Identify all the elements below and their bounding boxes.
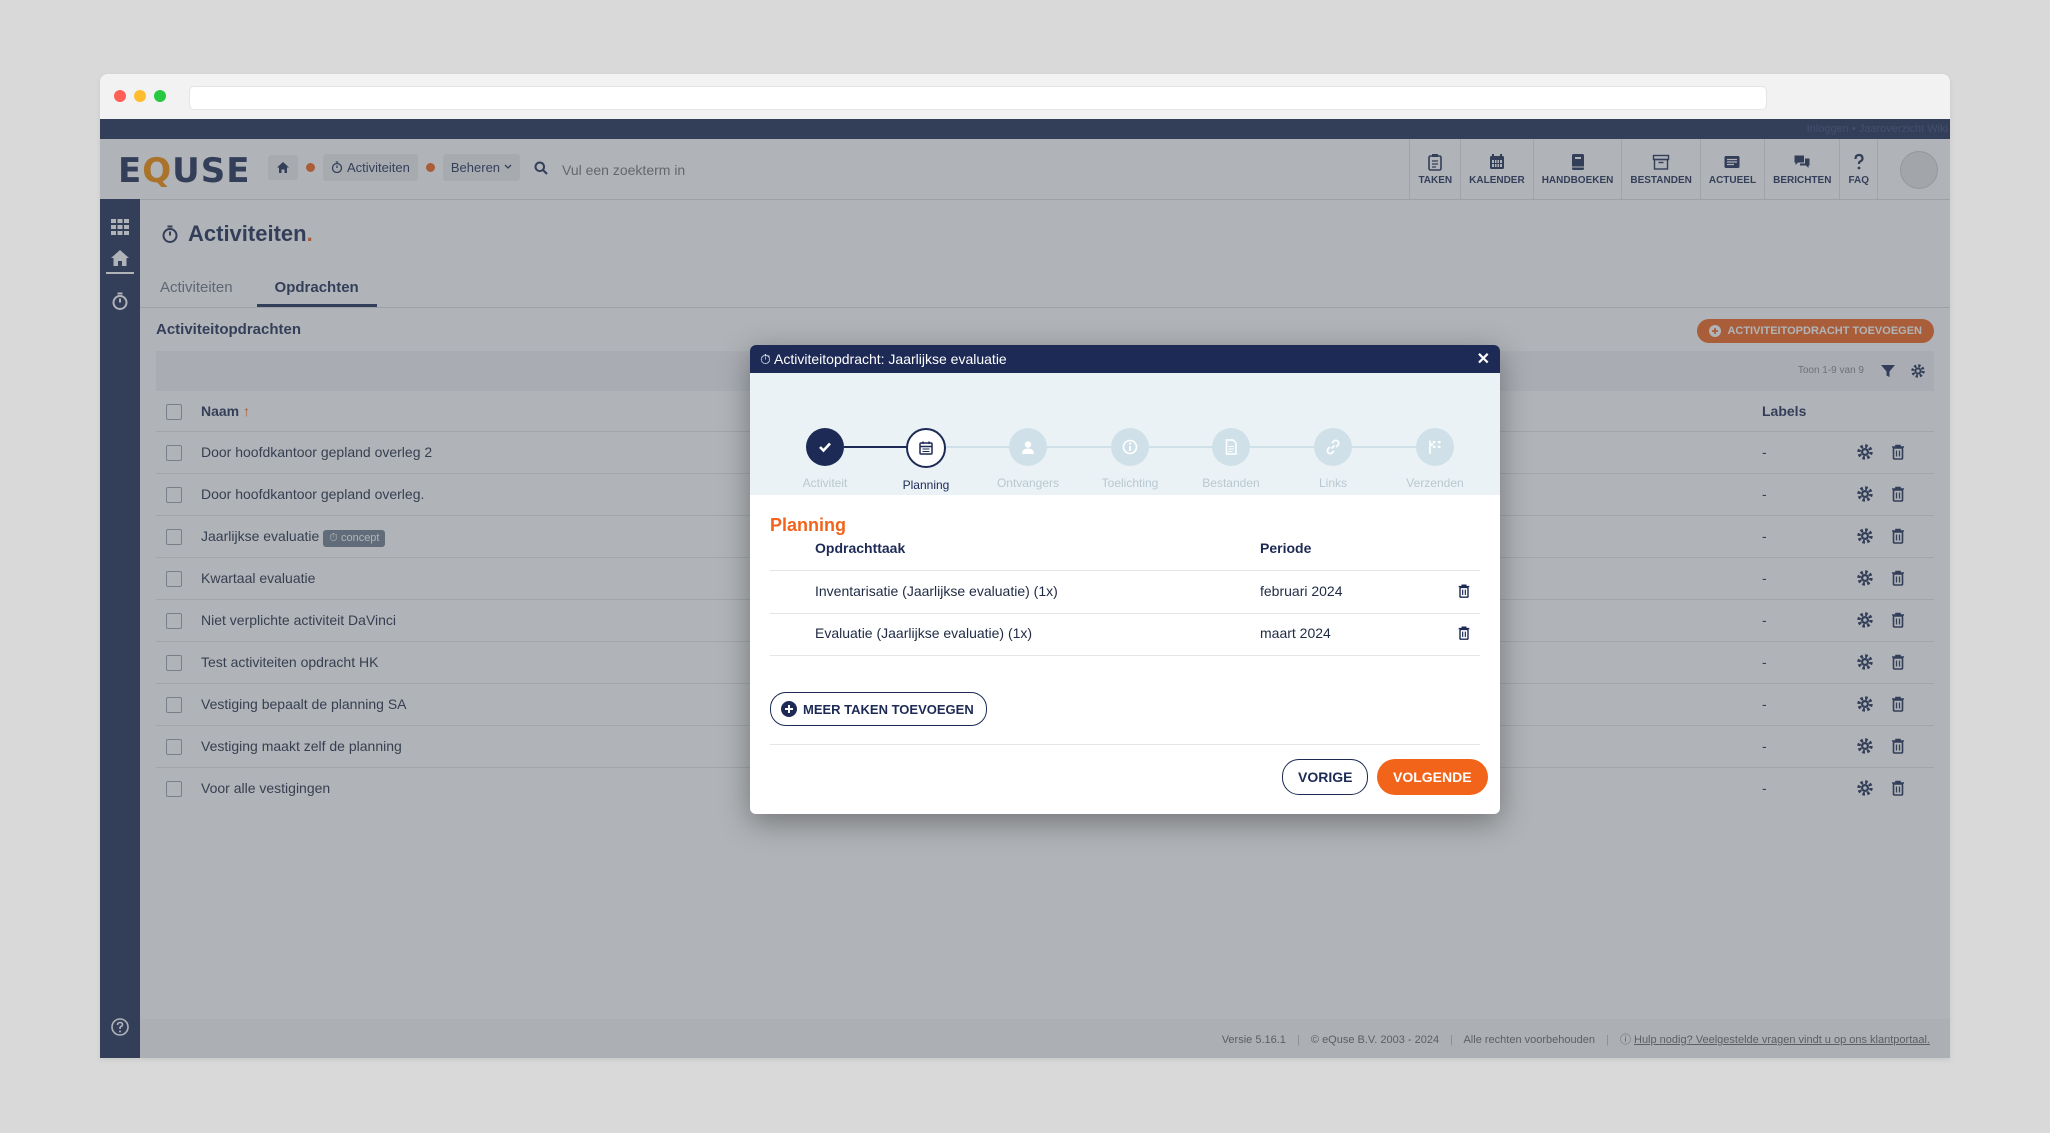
- close-icon[interactable]: ✕: [1477, 349, 1490, 369]
- wizard-stepper: Activiteit Planning Ontvangers Toelichting B…: [750, 373, 1500, 495]
- address-bar[interactable]: [189, 86, 1767, 110]
- task-period: februari 2024: [1260, 583, 1343, 599]
- task-name: Evaluatie (Jaarlijkse evaluatie) (1x): [815, 625, 1033, 641]
- task-name: Inventarisatie (Jaarlijkse evaluatie) (1…: [815, 583, 1058, 599]
- calendar-icon: [919, 441, 933, 455]
- wizard-step-ontvangers[interactable]: Ontvangers: [978, 428, 1078, 490]
- browser-window: Inloggen • Jaaroverzicht Wiki EQUSE Acti…: [100, 74, 1950, 1058]
- step-circle: [806, 428, 844, 466]
- wizard-step-toelichting[interactable]: Toelichting: [1080, 428, 1180, 490]
- step-circle: [1212, 428, 1250, 466]
- dialog-title: ⏱ Activiteitopdracht: Jaarlijkse evaluat…: [760, 351, 1007, 368]
- task-period: maart 2024: [1260, 625, 1331, 641]
- add-more-tasks-button[interactable]: MEER TAKEN TOEVOEGEN: [770, 692, 987, 726]
- stopwatch-icon: ⏱: [760, 351, 771, 367]
- check-icon: [819, 442, 831, 453]
- wizard-step-links[interactable]: Links: [1283, 428, 1383, 490]
- add-more-tasks-label: MEER TAKEN TOEVOEGEN: [803, 701, 974, 717]
- info-icon: [1122, 439, 1138, 455]
- step-label: Links: [1318, 476, 1347, 490]
- step-label: Verzenden: [1406, 476, 1464, 490]
- step-label: Planning: [902, 478, 950, 492]
- step-circle: [1111, 428, 1149, 466]
- step-circle: [1416, 428, 1454, 466]
- user-icon: [1022, 441, 1034, 454]
- wizard-step-planning[interactable]: Planning: [876, 428, 976, 492]
- activity-assignment-dialog: ⏱ Activiteitopdracht: Jaarlijkse evaluat…: [750, 345, 1500, 814]
- step-circle: [1009, 428, 1047, 466]
- step-label: Toelichting: [1101, 476, 1159, 490]
- browser-chrome: [100, 74, 1950, 119]
- planning-table-header: Opdrachttaak Periode: [770, 540, 1480, 571]
- dialog-header: ⏱ Activiteitopdracht: Jaarlijkse evaluat…: [750, 345, 1500, 373]
- link-icon: [1326, 439, 1340, 455]
- step-circle: [906, 428, 946, 468]
- planning-heading: Planning: [770, 515, 846, 535]
- close-window-dot[interactable]: [114, 90, 126, 102]
- flag-icon: [1429, 440, 1441, 454]
- step-label: Activiteit: [802, 476, 848, 490]
- column-periode: Periode: [1260, 540, 1312, 556]
- planning-row: Inventarisatie (Jaarlijkse evaluatie) (1…: [770, 571, 1480, 614]
- planning-row: Evaluatie (Jaarlijkse evaluatie) (1x) maa…: [770, 613, 1480, 656]
- minimize-window-dot[interactable]: [134, 90, 146, 102]
- plus-circle-icon: [781, 701, 797, 717]
- step-label: Ontvangers: [996, 476, 1060, 490]
- step-label: Bestanden: [1202, 476, 1260, 490]
- step-circle: [1314, 428, 1352, 466]
- wizard-step-activiteit[interactable]: Activiteit: [775, 428, 875, 490]
- previous-button[interactable]: VORIGE: [1282, 759, 1369, 795]
- maximize-window-dot[interactable]: [154, 90, 166, 102]
- document-icon: [1225, 439, 1237, 455]
- wizard-step-verzenden[interactable]: Verzenden: [1385, 428, 1485, 490]
- dialog-title-text: Activiteitopdracht: Jaarlijkse evaluatie: [774, 351, 1007, 367]
- wizard-step-bestanden[interactable]: Bestanden: [1181, 428, 1281, 490]
- trash-icon[interactable]: [1456, 583, 1472, 599]
- trash-icon[interactable]: [1456, 625, 1472, 641]
- next-button[interactable]: VOLGENDE: [1377, 759, 1488, 795]
- dialog-divider: [770, 744, 1480, 745]
- column-opdrachttaak: Opdrachttaak: [815, 540, 906, 556]
